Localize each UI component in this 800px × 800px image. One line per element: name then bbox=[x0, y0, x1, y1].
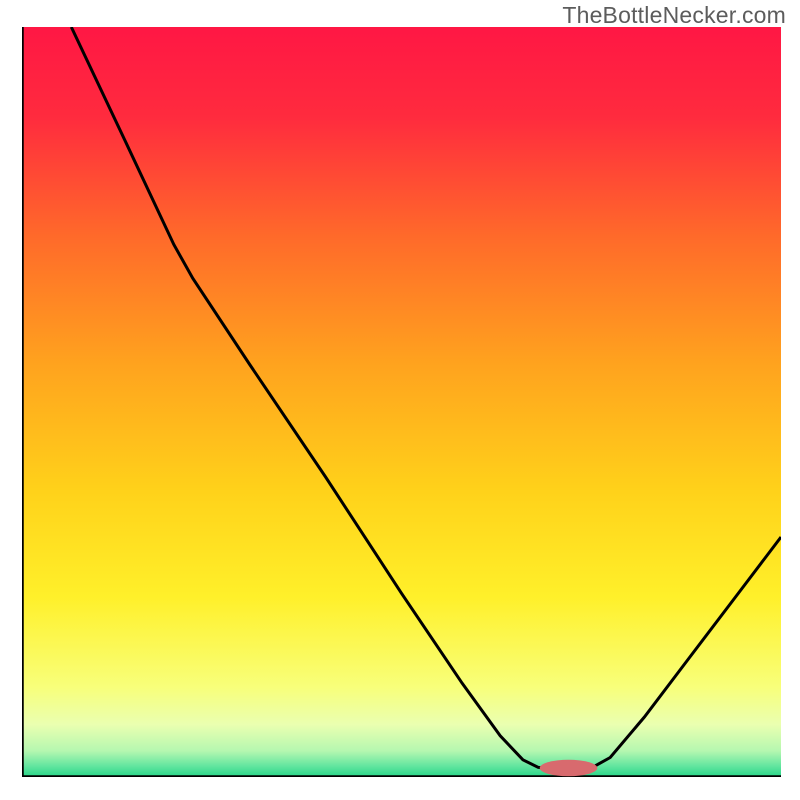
chart-container: TheBottleNecker.com bbox=[0, 0, 800, 800]
chart-svg bbox=[22, 27, 781, 777]
plot-area bbox=[22, 27, 781, 777]
optimal-marker bbox=[540, 760, 598, 777]
watermark-text: TheBottleNecker.com bbox=[562, 2, 786, 29]
bottleneck-curve bbox=[71, 27, 781, 770]
